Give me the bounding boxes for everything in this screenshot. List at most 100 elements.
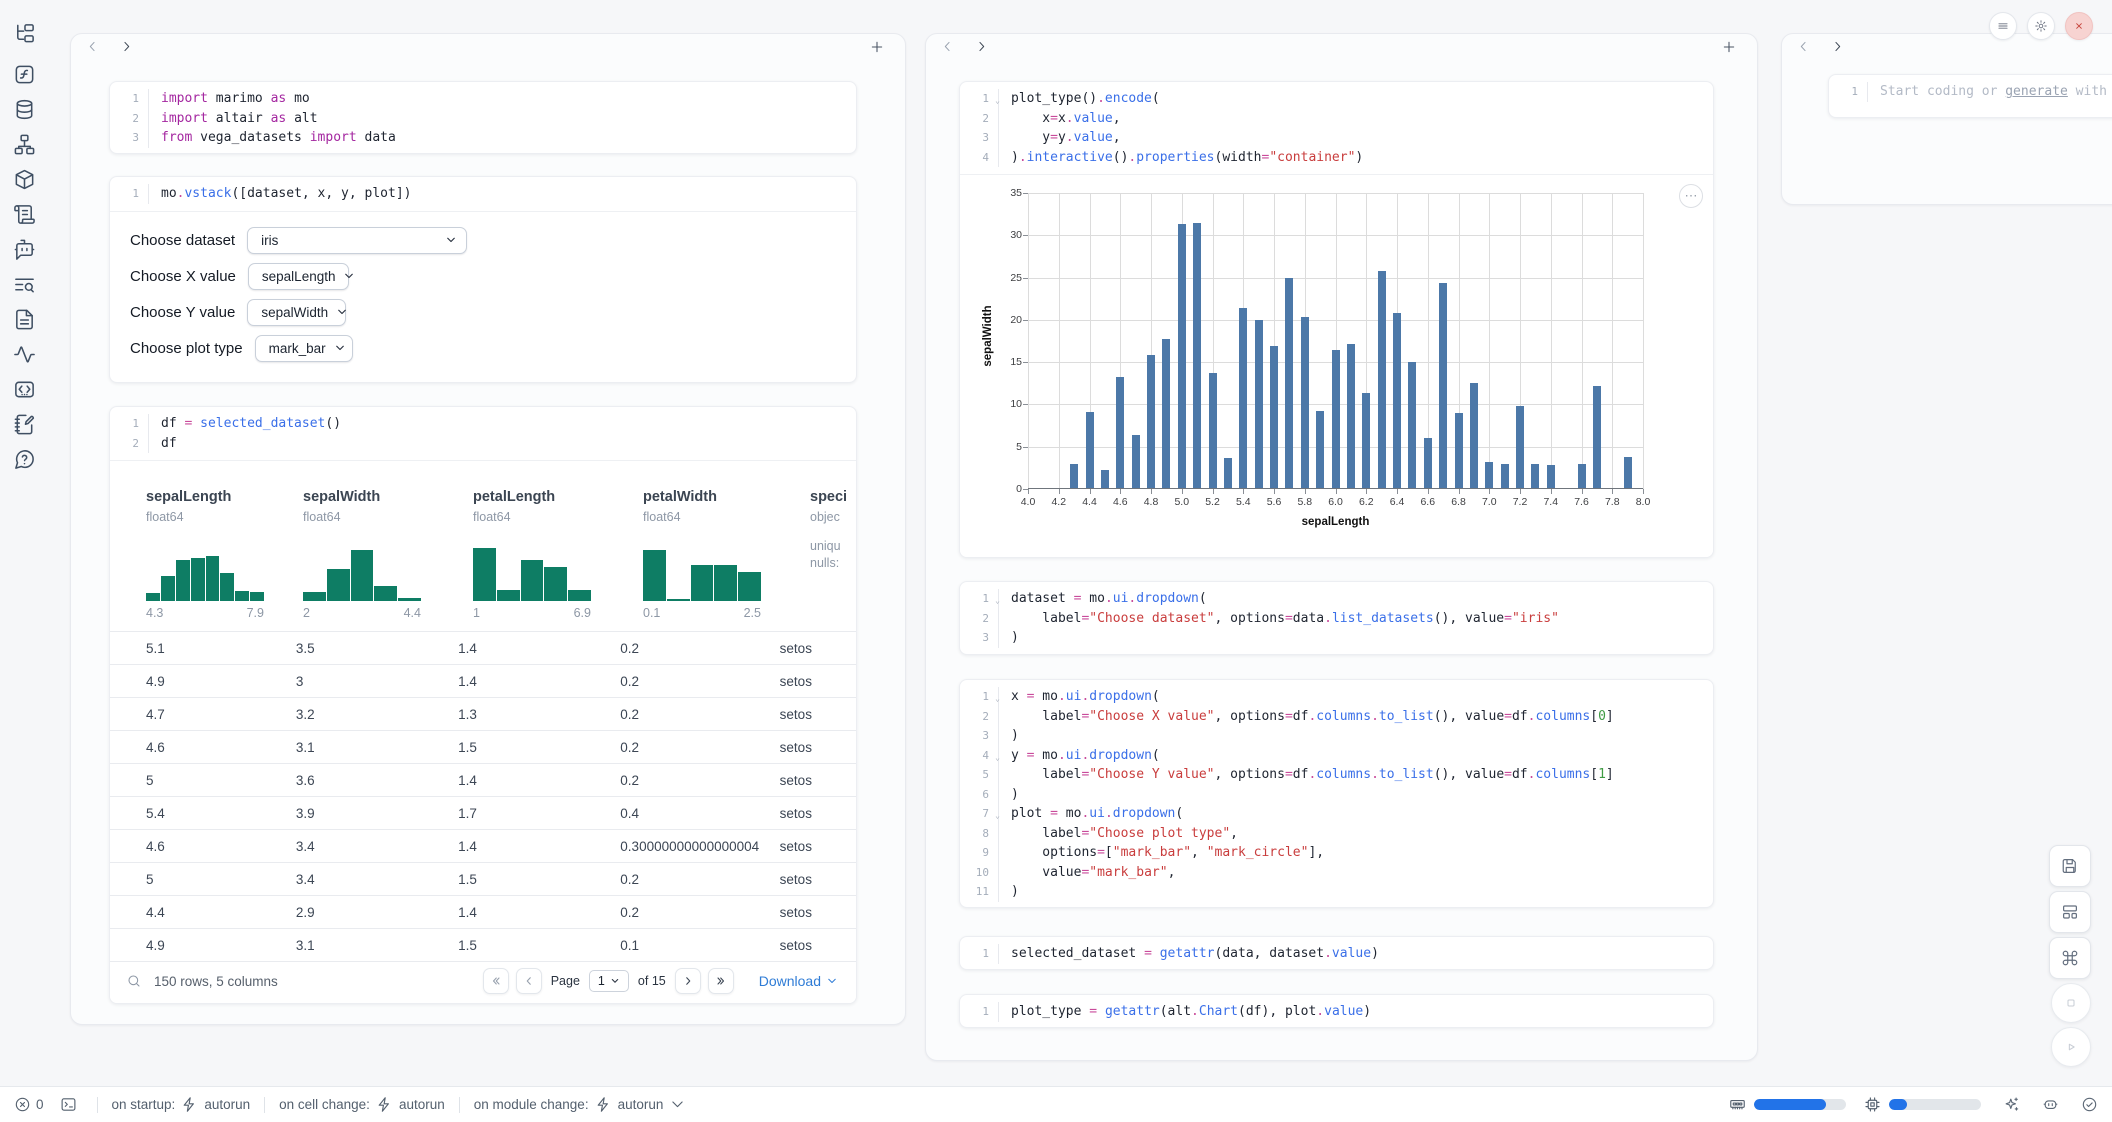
sidebar-package-icon[interactable] (0, 162, 48, 197)
table-cell: 0.2 (620, 872, 779, 887)
add-cell-icon[interactable] (1721, 39, 1737, 55)
command-palette-button[interactable] (2049, 937, 2091, 979)
altair-bar-chart[interactable]: 051015202530354.04.24.44.64.85.05.25.45.… (978, 175, 1678, 558)
table-cell: 3.4 (296, 839, 458, 854)
sidebar-chat-bot-icon[interactable] (0, 232, 48, 267)
column-next-icon[interactable] (119, 39, 134, 54)
sidebar-dependency-graph-icon[interactable] (0, 127, 48, 162)
cpu-usage (1864, 1096, 1981, 1113)
line-number: 1⌄ (960, 687, 998, 707)
code-editor[interactable]: 1⌄x = mo.ui.dropdown(2 label="Choose X v… (960, 680, 1713, 908)
code-line: 7⌄plot = mo.ui.dropdown( (960, 804, 1713, 824)
code-line: 4⌄y = mo.ui.dropdown( (960, 746, 1713, 766)
add-cell-icon[interactable] (869, 39, 885, 55)
sidebar-help-chat-icon[interactable] (0, 442, 48, 477)
code-editor[interactable]: 1⌄plot_type().encode(2 x=x.value,3 y=y.v… (960, 82, 1713, 174)
page-select[interactable]: 1 (589, 970, 629, 992)
column-next-icon[interactable] (1830, 39, 1845, 54)
gear-icon (2034, 19, 2048, 33)
column-header[interactable]: petalLengthfloat6416.9 (473, 489, 643, 624)
sidebar-database-icon[interactable] (0, 92, 48, 127)
sidebar-function-square-icon[interactable] (0, 57, 48, 92)
first-page-button[interactable] (483, 968, 509, 994)
sidebar-script-icon[interactable] (0, 197, 48, 232)
play-icon (2062, 1038, 2080, 1056)
chart-bar (1378, 271, 1386, 489)
prev-page-button[interactable] (516, 968, 542, 994)
ram-usage (1729, 1096, 1846, 1113)
settings-button[interactable] (2027, 12, 2055, 40)
table-cell: 4.4 (146, 905, 296, 920)
table-cell: 3.6 (296, 773, 458, 788)
last-page-button[interactable] (708, 968, 734, 994)
chart-bar (1209, 373, 1217, 489)
column-next-icon[interactable] (974, 39, 989, 54)
sidebar-document-icon[interactable] (0, 302, 48, 337)
line-number: 2 (110, 434, 148, 454)
sidebar-text-search-icon[interactable] (0, 267, 48, 302)
y-value-select[interactable]: sepalWidth (247, 299, 346, 326)
run-button[interactable] (2051, 1027, 2091, 1067)
stop-button[interactable] (2051, 983, 2091, 1023)
on-startup-toggle[interactable]: on startup: autorun (112, 1096, 251, 1113)
ai-assistant-button[interactable] (2003, 1096, 2020, 1113)
x-axis-tick-label: 7.8 (1605, 496, 1620, 508)
code-line: 2 x=x.value, (960, 109, 1713, 129)
generate-with-ai-link[interactable]: generate (2005, 84, 2068, 99)
dataset-select[interactable]: iris (247, 227, 467, 254)
menu-button[interactable] (1989, 12, 2017, 40)
dropdown-label: Choose dataset (130, 232, 235, 249)
copilot-button[interactable] (2042, 1096, 2059, 1113)
column-prev-icon[interactable] (1796, 39, 1811, 54)
search-icon[interactable] (126, 973, 142, 989)
save-icon (2061, 857, 2079, 875)
code-text: ) (998, 882, 1713, 902)
sidebar-code-omit-icon[interactable] (0, 372, 48, 407)
code-editor[interactable]: 1df = selected_dataset()2df (110, 407, 856, 460)
code-editor[interactable]: 1⌄dataset = mo.ui.dropdown(2 label="Choo… (960, 582, 1713, 655)
column-header[interactable]: speciobjecuniqunulls: (810, 489, 857, 624)
terminal-button[interactable] (60, 1096, 77, 1113)
table-cell: 2.9 (296, 905, 458, 920)
code-editor[interactable]: 1selected_dataset = getattr(data, datase… (960, 937, 1713, 970)
column-header[interactable]: sepalWidthfloat6424.4 (303, 489, 473, 624)
x-axis-tick-label: 4.4 (1082, 496, 1097, 508)
code-text: x=x.value, (998, 109, 1713, 129)
code-editor[interactable]: 1 Start coding or generate with AI. (1829, 75, 2112, 109)
table-cell: setos (780, 674, 856, 689)
line-number: 3 (960, 628, 998, 648)
chart-bar (1239, 308, 1247, 489)
table-row: 53.61.40.2setos (110, 764, 856, 797)
x-value-select[interactable]: sepalLength (248, 263, 349, 290)
close-button[interactable] (2065, 12, 2093, 40)
connection-status-button[interactable] (2081, 1096, 2098, 1113)
chart-bar (1624, 457, 1632, 489)
save-button[interactable] (2049, 845, 2091, 887)
chart-actions-button[interactable]: ⋯ (1679, 184, 1703, 208)
table-footer: 150 rows, 5 columns Page 1 of 15 Downloa… (110, 957, 856, 1004)
next-page-button[interactable] (675, 968, 701, 994)
on-module-change-toggle[interactable]: on module change: autorun (474, 1096, 687, 1113)
column-header[interactable]: sepalLengthfloat644.37.9 (146, 489, 303, 624)
error-count-chip[interactable]: 0 (14, 1096, 44, 1113)
code-editor[interactable]: 1plot_type = getattr(alt.Chart(df), plot… (960, 995, 1713, 1028)
notebook-column-1: 1import marimo as mo2import altair as al… (70, 33, 906, 1025)
download-button[interactable]: Download (759, 973, 838, 989)
column-prev-icon[interactable] (85, 39, 100, 54)
layout-button[interactable] (2049, 891, 2091, 933)
code-text: plot_type().encode( (998, 89, 1713, 109)
sidebar-scratchpad-icon[interactable] (0, 407, 48, 442)
chart-bar (1470, 383, 1478, 489)
column-prev-icon[interactable] (940, 39, 955, 54)
code-line: 1⌄x = mo.ui.dropdown( (960, 687, 1713, 707)
plot-type-select[interactable]: mark_bar (255, 335, 353, 362)
column-header[interactable]: petalWidthfloat640.12.5 (643, 489, 810, 624)
code-line: 9 options=["mark_bar", "mark_circle"], (960, 843, 1713, 863)
sidebar-file-tree-icon[interactable] (0, 16, 48, 51)
code-editor[interactable]: 1mo.vstack([dataset, x, y, plot]) (110, 177, 856, 211)
on-cell-change-toggle[interactable]: on cell change: autorun (279, 1096, 445, 1113)
code-editor[interactable]: 1import marimo as mo2import altair as al… (110, 82, 856, 154)
activity-sidebar (0, 0, 48, 1086)
line-number: 2 (960, 707, 998, 727)
sidebar-activity-icon[interactable] (0, 337, 48, 372)
